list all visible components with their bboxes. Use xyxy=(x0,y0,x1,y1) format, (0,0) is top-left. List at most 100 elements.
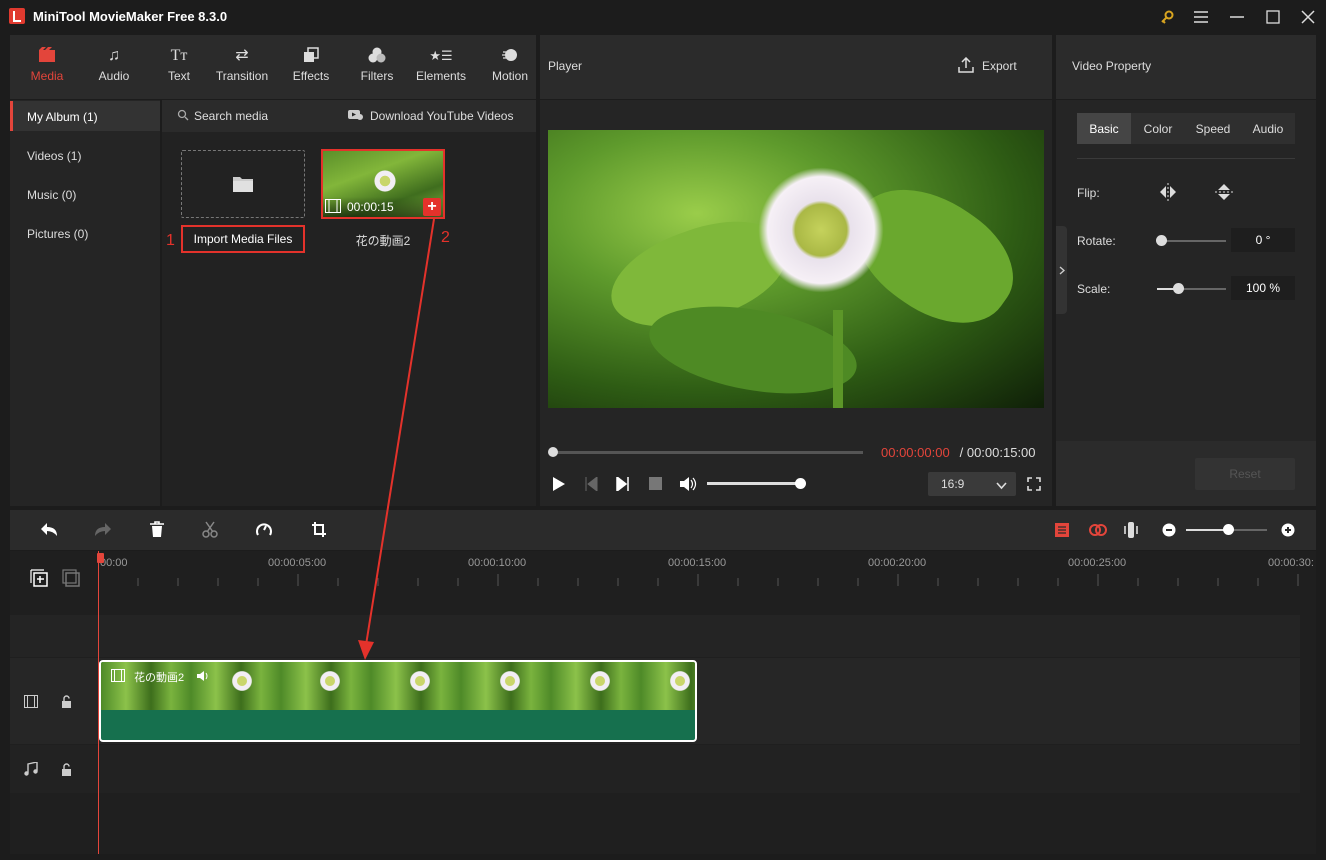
tab-transition-label: Transition xyxy=(215,69,269,83)
clip-film-icon xyxy=(111,669,125,685)
youtube-download-icon xyxy=(348,109,364,124)
export-button[interactable]: Export xyxy=(982,59,1017,73)
playhead-handle[interactable] xyxy=(97,553,104,563)
playhead-line[interactable] xyxy=(98,551,99,854)
tab-motion[interactable]: Motion xyxy=(477,35,543,99)
tab-speed[interactable]: Speed xyxy=(1185,113,1241,144)
tab-effects[interactable]: Effects xyxy=(278,35,344,99)
rotate-value-input[interactable]: 0 ° xyxy=(1231,228,1295,252)
stop-icon[interactable] xyxy=(649,477,662,493)
tab-media[interactable]: Media xyxy=(14,35,80,99)
search-media-input[interactable]: Search media xyxy=(194,109,268,123)
add-to-timeline-plus-icon[interactable]: + xyxy=(423,198,441,216)
clip-duration: 00:00:15 xyxy=(347,200,394,214)
volume-slider[interactable] xyxy=(707,482,801,485)
tab-transition[interactable]: ⇄ Transition xyxy=(209,35,275,99)
minimize-icon[interactable] xyxy=(1226,6,1248,28)
effects-icon xyxy=(278,47,344,65)
fullscreen-icon[interactable] xyxy=(1027,477,1041,494)
sidebar-item-music[interactable]: Music (0) xyxy=(27,188,76,202)
tab-elements[interactable]: ★☰ Elements xyxy=(408,35,474,99)
tab-elements-label: Elements xyxy=(415,69,467,83)
tab-basic[interactable]: Basic xyxy=(1077,113,1131,144)
key-icon[interactable] xyxy=(1156,6,1178,28)
media-icon xyxy=(14,47,80,65)
zoom-out-icon[interactable] xyxy=(1162,523,1176,540)
flower-thumbnail xyxy=(669,670,691,692)
previous-frame-icon[interactable] xyxy=(584,475,598,494)
transition-icon: ⇄ xyxy=(235,47,249,64)
flip-vertical-icon[interactable] xyxy=(1214,182,1234,205)
progress-handle[interactable] xyxy=(548,447,558,457)
next-frame-icon[interactable] xyxy=(616,475,630,494)
tab-audio-label: Audio xyxy=(98,69,130,83)
motion-icon xyxy=(477,47,543,65)
tab-audio[interactable]: ♫ Audio xyxy=(81,35,147,99)
magnet-snap-icon[interactable] xyxy=(1054,522,1070,541)
video-track-lock-icon[interactable] xyxy=(61,695,72,711)
zoom-slider-fill xyxy=(1186,529,1228,531)
split-scissors-icon[interactable] xyxy=(202,521,218,541)
ruler-ticks xyxy=(137,574,1299,586)
total-time: / 00:00:15:00 xyxy=(956,445,1036,460)
callout-number-1: 1 xyxy=(166,232,175,249)
ruler-label: 00:00 xyxy=(100,557,128,569)
export-icon xyxy=(958,56,974,76)
menu-icon[interactable] xyxy=(1190,6,1212,28)
audio-waveform-icon[interactable] xyxy=(1123,521,1139,542)
property-title: Video Property xyxy=(1072,59,1152,73)
tab-motion-label: Motion xyxy=(491,69,529,83)
speed-gauge-icon[interactable] xyxy=(255,521,273,541)
play-icon[interactable] xyxy=(552,477,566,494)
crop-icon[interactable] xyxy=(311,521,327,541)
zoom-in-icon[interactable] xyxy=(1281,523,1295,540)
volume-icon[interactable] xyxy=(679,476,697,495)
flower-thumbnail xyxy=(589,670,611,692)
progress-track[interactable] xyxy=(552,451,863,454)
sidebar-item-pictures[interactable]: Pictures (0) xyxy=(27,227,88,241)
link-track-icon[interactable] xyxy=(1089,522,1107,541)
maximize-icon[interactable] xyxy=(1262,6,1284,28)
scale-value-input[interactable]: 100 % xyxy=(1231,276,1295,300)
scale-handle[interactable] xyxy=(1173,283,1184,294)
empty-track-row xyxy=(10,615,1300,657)
tab-filters[interactable]: Filters xyxy=(344,35,410,99)
tab-text[interactable]: Tт Text xyxy=(146,35,212,99)
audio-track-lock-icon[interactable] xyxy=(61,763,72,779)
collapse-panel-button[interactable] xyxy=(1056,226,1067,314)
tab-audio-property[interactable]: Audio xyxy=(1241,113,1295,144)
elements-icon: ★☰ xyxy=(429,48,453,63)
reset-button[interactable]: Reset xyxy=(1195,458,1295,490)
rotate-handle[interactable] xyxy=(1156,235,1167,246)
audio-track-icon xyxy=(24,761,38,779)
video-track-icon xyxy=(24,695,38,711)
tab-effects-label: Effects xyxy=(292,69,330,83)
copy-track-icon[interactable] xyxy=(62,569,80,590)
import-media-files-button[interactable]: Import Media Files xyxy=(181,225,305,253)
undo-icon[interactable] xyxy=(40,522,58,541)
flower-thumbnail xyxy=(373,169,397,193)
sidebar-item-my-album[interactable]: My Album (1) xyxy=(27,110,98,124)
tab-filters-label: Filters xyxy=(360,69,394,83)
add-track-icon[interactable] xyxy=(30,569,48,590)
ruler-label: 00:00:25:00 xyxy=(1068,557,1127,569)
timeline-video-clip[interactable] xyxy=(99,660,697,742)
volume-handle[interactable] xyxy=(795,478,806,489)
download-youtube-button[interactable]: Download YouTube Videos xyxy=(370,109,513,123)
ruler-label: 00:00:20:00 xyxy=(868,557,927,569)
flip-horizontal-icon[interactable] xyxy=(1158,182,1178,205)
delete-icon[interactable] xyxy=(149,521,165,541)
clip-name: 花の動画2 xyxy=(355,234,411,248)
sidebar-item-videos[interactable]: Videos (1) xyxy=(27,149,81,163)
zoom-handle[interactable] xyxy=(1223,524,1234,535)
rotate-slider[interactable] xyxy=(1162,240,1226,242)
scale-slider[interactable] xyxy=(1179,288,1226,290)
audio-track-row xyxy=(10,745,1300,793)
redo-icon[interactable] xyxy=(94,522,112,541)
film-icon xyxy=(325,199,341,216)
flower-thumbnail xyxy=(231,670,253,692)
close-icon[interactable] xyxy=(1297,6,1319,28)
tab-media-label: Media xyxy=(30,69,64,83)
tab-color[interactable]: Color xyxy=(1131,113,1185,144)
aspect-ratio-value: 16:9 xyxy=(941,477,965,491)
